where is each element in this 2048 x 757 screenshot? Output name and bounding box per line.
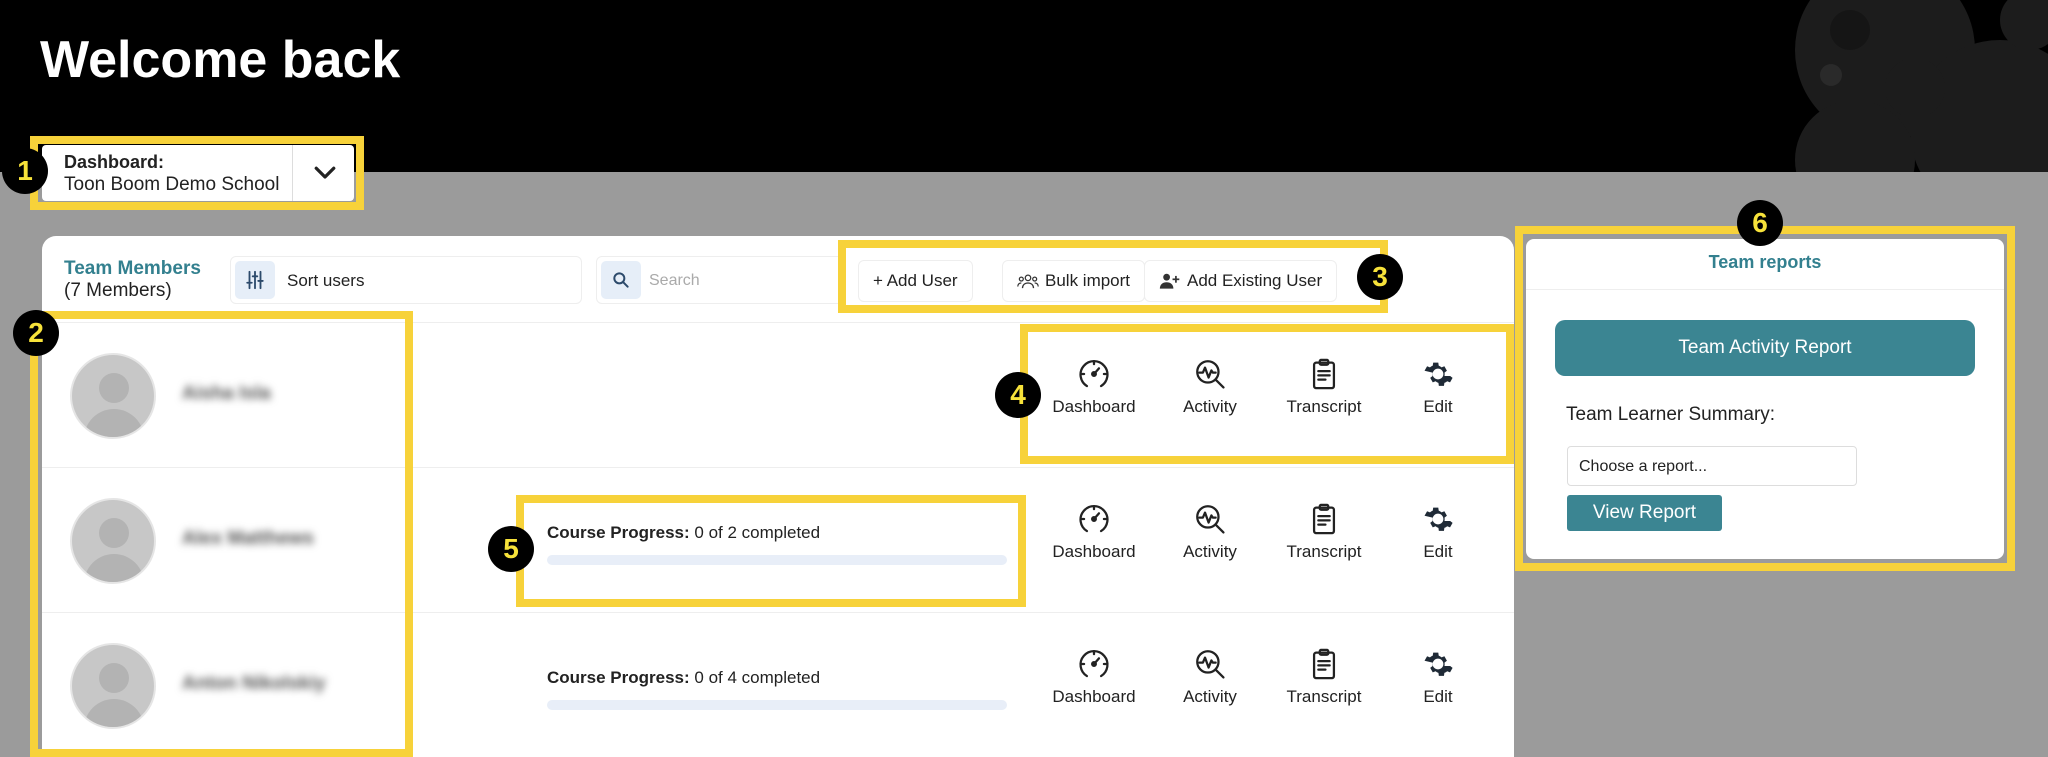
decorative-bubble <box>1885 58 1945 118</box>
callout-highlight <box>838 240 1388 313</box>
callout-badge: 3 <box>1357 254 1403 300</box>
callout-highlight <box>30 311 413 757</box>
callout-highlight <box>1020 324 1514 464</box>
dashboard-action[interactable]: Dashboard <box>1039 502 1149 562</box>
transcript-action[interactable]: Transcript <box>1269 502 1379 562</box>
callout-badge: 5 <box>488 526 534 572</box>
course-progress: Course Progress: 0 of 4 completed <box>547 668 1047 710</box>
clipboard-icon <box>1312 503 1336 535</box>
edit-action-label: Edit <box>1423 542 1453 561</box>
progress-bar <box>547 700 1007 710</box>
decorative-bubble <box>1820 64 1842 86</box>
edit-action[interactable]: Edit <box>1383 502 1493 562</box>
transcript-action[interactable]: Transcript <box>1269 647 1379 707</box>
team-members-title: Team Members <box>64 258 201 279</box>
sort-users-label: Sort users <box>287 271 365 290</box>
activity-search-icon <box>1196 505 1225 534</box>
sliders-icon <box>235 261 275 299</box>
callout-badge: 1 <box>2 148 48 194</box>
callout-highlight <box>1515 226 2015 571</box>
team-members-count: (7 Members) <box>64 280 172 301</box>
decorative-bubble <box>1830 10 1870 50</box>
gear-icon <box>1424 652 1453 676</box>
dashboard-action-label: Dashboard <box>1052 542 1136 561</box>
activity-search-icon <box>1196 650 1225 679</box>
dashboard-action[interactable]: Dashboard <box>1039 647 1149 707</box>
callout-highlight <box>516 495 1026 607</box>
callout-highlight <box>30 136 364 210</box>
callout-badge: 6 <box>1737 200 1783 246</box>
transcript-action-label: Transcript <box>1286 542 1362 561</box>
callout-badge: 4 <box>995 372 1041 418</box>
search-input[interactable] <box>649 267 829 295</box>
course-progress-text: 0 of 4 completed <box>689 668 821 687</box>
transcript-action-label: Transcript <box>1286 687 1362 706</box>
gauge-icon <box>1079 505 1109 533</box>
activity-action[interactable]: Activity <box>1155 502 1265 562</box>
edit-action-label: Edit <box>1423 687 1453 706</box>
activity-action-label: Activity <box>1183 687 1237 706</box>
callout-badge: 2 <box>13 310 59 356</box>
clipboard-icon <box>1312 648 1336 680</box>
gauge-icon <box>1079 650 1109 678</box>
activity-action[interactable]: Activity <box>1155 647 1265 707</box>
dashboard-action-label: Dashboard <box>1052 687 1136 706</box>
search-icon <box>601 261 641 299</box>
gear-icon <box>1424 507 1453 531</box>
edit-action[interactable]: Edit <box>1383 647 1493 707</box>
sort-users-control[interactable]: Sort users <box>230 256 582 304</box>
course-progress-label: Course Progress: <box>547 668 690 687</box>
search-field[interactable] <box>596 256 846 304</box>
page-title: Welcome back <box>40 31 401 89</box>
activity-action-label: Activity <box>1183 542 1237 561</box>
